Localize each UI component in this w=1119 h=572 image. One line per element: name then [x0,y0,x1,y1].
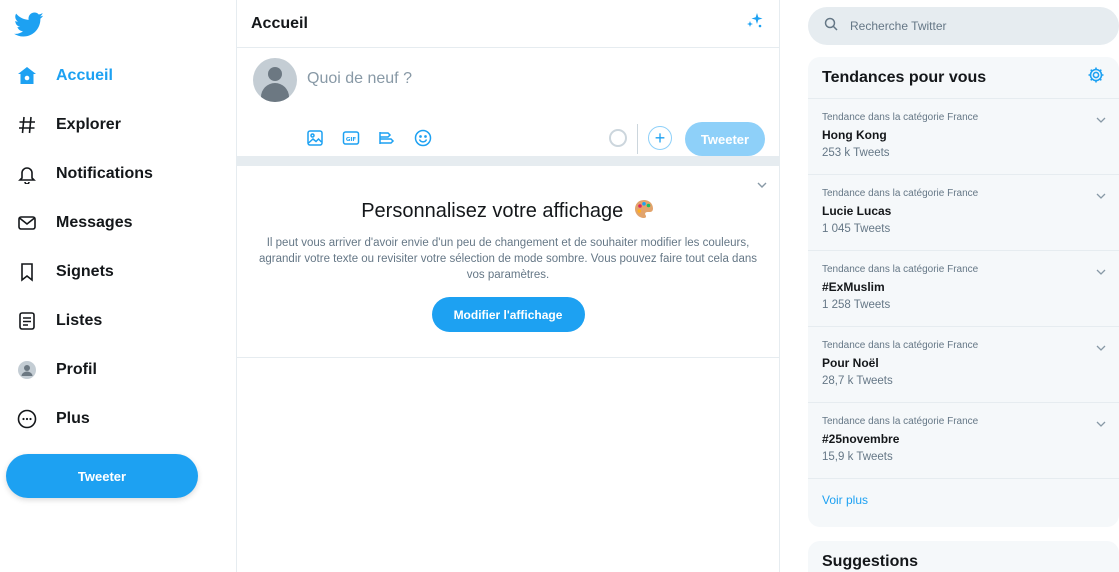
search-bar[interactable] [808,7,1119,45]
poll-icon[interactable] [377,128,397,148]
emoji-icon[interactable] [413,128,433,148]
nav-item-messages[interactable]: Messages [14,206,133,240]
chevron-down-icon[interactable] [1095,265,1107,277]
more-icon [14,406,40,432]
search-input[interactable] [850,19,1090,33]
show-more-link[interactable]: Voir plus [808,479,1119,521]
chevron-down-icon[interactable] [1095,189,1107,201]
suggestions-title: Suggestions [822,553,919,570]
trends-panel: Tendances pour vous Tendance dans la cat… [808,57,1119,527]
nav-label: Listes [56,312,103,329]
trend-count: 28,7 k Tweets [822,375,893,387]
chevron-down-icon[interactable] [755,178,769,192]
sparkle-icon[interactable] [745,11,765,36]
trend-item[interactable]: Tendance dans la catégorie France #ExMus… [808,251,1119,327]
palette-icon [633,198,655,220]
nav-item-explorer[interactable]: Explorer [14,108,121,142]
gear-icon[interactable] [1087,66,1105,89]
chevron-down-icon[interactable] [1095,341,1107,353]
nav-label: Accueil [56,67,113,84]
trend-name: Pour Noël [822,356,879,370]
avatar[interactable] [253,58,297,102]
main-column: Accueil GIF + Tweeter Personnalisez votr… [237,0,780,572]
nav-item-profil[interactable]: Profil [14,353,97,387]
trend-name: #ExMuslim [822,280,885,294]
divider [637,124,638,154]
trend-category: Tendance dans la catégorie France [822,264,979,275]
trend-category: Tendance dans la catégorie France [822,416,979,427]
list-icon [14,308,40,334]
nav-item-plus[interactable]: Plus [14,402,90,436]
bell-icon [14,161,40,187]
trend-name: Lucie Lucas [822,204,892,218]
card-title: Personnalisez votre affichage [237,166,779,223]
character-counter [609,129,627,147]
svg-text:GIF: GIF [346,137,357,143]
nav-label: Plus [56,410,90,427]
nav-item-signets[interactable]: Signets [14,255,114,289]
search-icon [824,17,838,36]
trend-item[interactable]: Tendance dans la catégorie France Hong K… [808,99,1119,175]
modify-display-button[interactable]: Modifier l'affichage [431,297,585,332]
gif-icon[interactable]: GIF [341,128,361,148]
nav-label: Explorer [56,116,121,133]
trend-category: Tendance dans la catégorie France [822,340,979,351]
home-icon [14,63,40,89]
suggestions-panel: Suggestions [808,541,1119,572]
nav-label: Profil [56,361,97,378]
nav-item-accueil[interactable]: Accueil [14,59,113,93]
composer-tweet-button[interactable]: Tweeter [685,122,765,156]
trends-title: Tendances pour vous [822,68,987,86]
compose-input[interactable] [307,70,727,88]
trend-item[interactable]: Tendance dans la catégorie France Lucie … [808,175,1119,251]
profile-icon [14,357,40,383]
chevron-down-icon[interactable] [1095,417,1107,429]
trend-count: 1 258 Tweets [822,299,891,311]
nav-item-listes[interactable]: Listes [14,304,102,338]
tweet-button[interactable]: Tweeter [6,454,198,498]
trend-item[interactable]: Tendance dans la catégorie France #25nov… [808,403,1119,479]
chevron-down-icon[interactable] [1095,113,1107,125]
trend-category: Tendance dans la catégorie France [822,188,979,199]
bookmark-icon [14,259,40,285]
trend-count: 1 045 Tweets [822,223,891,235]
card-title-text: Personnalisez votre affichage [361,200,624,222]
sidebar-nav: Accueil Explorer Notifications Messages … [0,0,237,572]
card-description: Il peut vous arriver d'avoir envie d'un … [259,237,757,281]
twitter-bird-icon[interactable] [14,12,44,38]
nav-label: Signets [56,263,114,280]
trend-count: 15,9 k Tweets [822,451,893,463]
image-icon[interactable] [305,128,325,148]
nav-label: Messages [56,214,133,231]
hashtag-icon [14,112,40,138]
add-tweet-icon[interactable]: + [648,126,672,150]
main-header: Accueil [237,0,779,48]
trend-count: 253 k Tweets [822,147,890,159]
trends-header: Tendances pour vous [808,57,1119,99]
page-title: Accueil [251,14,308,32]
nav-item-notifications[interactable]: Notifications [14,157,153,191]
nav-label: Notifications [56,165,153,182]
trend-category: Tendance dans la catégorie France [822,112,979,123]
envelope-icon [14,210,40,236]
customize-display-card: Personnalisez votre affichage Il peut vo… [237,166,779,358]
trend-name: Hong Kong [822,128,887,142]
trend-item[interactable]: Tendance dans la catégorie France Pour N… [808,327,1119,403]
trend-name: #25novembre [822,432,900,446]
